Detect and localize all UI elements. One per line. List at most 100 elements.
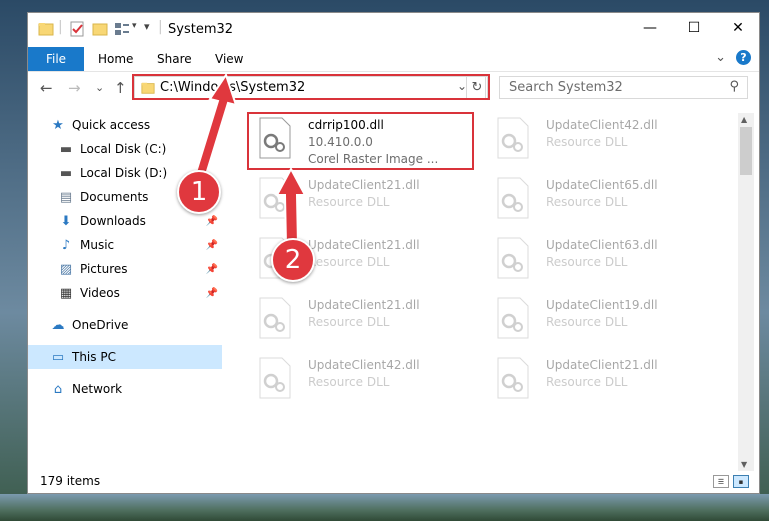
status-bar: 179 items ☰ ▪ bbox=[28, 471, 759, 493]
navigation-bar: ← → ⌄ ↑ C:\Windows\System32 ⌄ ↻ Search S… bbox=[28, 73, 759, 103]
pin-icon[interactable]: 📌 bbox=[206, 264, 218, 275]
search-icon[interactable]: ⚲ bbox=[729, 79, 739, 94]
file-type: Resource DLL bbox=[308, 375, 390, 389]
forward-button[interactable]: → bbox=[68, 79, 81, 97]
pin-icon[interactable]: 📌 bbox=[206, 216, 218, 227]
sidebar-item-local-disk-c[interactable]: ▬ Local Disk (C:) bbox=[28, 137, 222, 161]
this-pc-icon: ▭ bbox=[51, 349, 65, 365]
tab-home[interactable]: Home bbox=[98, 52, 133, 66]
dll-file-icon bbox=[497, 357, 529, 399]
window-title: System32 bbox=[168, 22, 234, 37]
file-type: Resource DLL bbox=[546, 255, 628, 269]
toolbar-divider: | bbox=[58, 19, 63, 35]
file-item[interactable]: UpdateClient42.dll Resource DLL bbox=[252, 353, 472, 407]
sidebar-item-label: Network bbox=[72, 382, 123, 396]
sidebar-item-label: Local Disk (C:) bbox=[80, 142, 167, 156]
sidebar-item-label: Documents bbox=[80, 190, 149, 204]
dll-file-icon bbox=[497, 177, 529, 219]
sidebar-item-label: Quick access bbox=[72, 118, 151, 132]
back-button[interactable]: ← bbox=[40, 79, 53, 97]
tab-file[interactable]: File bbox=[28, 47, 84, 71]
tiles-view-icon[interactable]: ▪ bbox=[733, 475, 749, 488]
sidebar-item-pictures[interactable]: ▨ Pictures 📌 bbox=[28, 257, 222, 281]
file-type: Resource DLL bbox=[546, 315, 628, 329]
customize-toolbar-icon[interactable] bbox=[114, 21, 130, 37]
navigation-pane: ★ Quick access ▬ Local Disk (C:) ▬ Local… bbox=[28, 109, 222, 463]
sidebar-item-quick-access[interactable]: ★ Quick access bbox=[28, 113, 222, 137]
sidebar-item-this-pc[interactable]: ▭ This PC bbox=[28, 345, 222, 369]
expand-ribbon-icon[interactable]: ⌄ bbox=[715, 50, 726, 65]
search-box[interactable]: Search System32 ⚲ bbox=[499, 76, 748, 99]
folder-icon[interactable] bbox=[38, 21, 54, 37]
sidebar-item-label: Downloads bbox=[80, 214, 146, 228]
file-type: Resource DLL bbox=[546, 375, 628, 389]
chevron-down-icon[interactable]: ▾ bbox=[132, 21, 137, 31]
minimize-button[interactable]: — bbox=[628, 13, 672, 43]
dll-file-icon bbox=[497, 117, 529, 159]
drive-icon: ▬ bbox=[59, 141, 73, 157]
pin-icon[interactable]: 📌 bbox=[206, 288, 218, 299]
pin-icon[interactable]: 📌 bbox=[206, 240, 218, 251]
file-name: UpdateClient21.dll bbox=[308, 238, 420, 252]
file-name: UpdateClient65.dll bbox=[546, 178, 658, 192]
sidebar-item-music[interactable]: ♪ Music 📌 bbox=[28, 233, 222, 257]
title-bar: | ▾ ▾ | System32 — ☐ ✕ bbox=[28, 13, 759, 47]
documents-icon: ▤ bbox=[59, 189, 73, 205]
scroll-up-icon[interactable]: ▲ bbox=[741, 115, 747, 124]
file-name: UpdateClient42.dll bbox=[546, 118, 658, 132]
downloads-icon: ⬇ bbox=[60, 213, 72, 229]
sidebar-item-onedrive[interactable]: ☁ OneDrive bbox=[28, 313, 222, 337]
dll-file-icon bbox=[259, 297, 291, 339]
step-1-badge: 1 bbox=[177, 170, 221, 214]
recent-locations-button[interactable]: ⌄ bbox=[95, 81, 104, 94]
file-type: Resource DLL bbox=[546, 135, 628, 149]
desktop-background bbox=[0, 494, 769, 521]
sidebar-item-label: OneDrive bbox=[72, 318, 129, 332]
file-name: UpdateClient63.dll bbox=[546, 238, 658, 252]
file-type: Resource DLL bbox=[308, 195, 390, 209]
dll-file-icon bbox=[259, 177, 291, 219]
up-button[interactable]: ↑ bbox=[114, 79, 127, 97]
sidebar-item-label: This PC bbox=[72, 350, 116, 364]
file-type: Resource DLL bbox=[308, 255, 390, 269]
help-icon[interactable]: ? bbox=[736, 50, 751, 65]
vertical-scrollbar[interactable]: ▲ ▼ bbox=[738, 113, 754, 471]
item-count: 179 items bbox=[40, 474, 101, 488]
sidebar-item-label: Videos bbox=[80, 286, 120, 300]
file-item[interactable]: UpdateClient63.dll Resource DLL bbox=[490, 233, 710, 287]
dll-file-icon bbox=[497, 237, 529, 279]
new-folder-icon[interactable] bbox=[92, 21, 108, 37]
sidebar-item-network[interactable]: ⌂ Network bbox=[28, 377, 222, 401]
dll-file-icon bbox=[497, 297, 529, 339]
details-view-icon[interactable]: ☰ bbox=[713, 475, 729, 488]
quick-access-dropdown-icon[interactable]: ▾ bbox=[144, 20, 150, 33]
file-highlight-box bbox=[247, 112, 474, 170]
tab-share[interactable]: Share bbox=[157, 52, 192, 66]
file-item[interactable]: UpdateClient21.dll Resource DLL bbox=[490, 353, 710, 407]
ribbon: File Home Share View ⌄ ? bbox=[28, 47, 759, 72]
dll-file-icon bbox=[259, 357, 291, 399]
file-item[interactable]: UpdateClient42.dll Resource DLL bbox=[490, 113, 710, 167]
tab-view[interactable]: View bbox=[215, 52, 243, 66]
scroll-down-icon[interactable]: ▼ bbox=[741, 460, 747, 469]
file-name: UpdateClient19.dll bbox=[546, 298, 658, 312]
file-item[interactable]: UpdateClient21.dll Resource DLL bbox=[252, 173, 472, 227]
sidebar-item-label: Local Disk (D:) bbox=[80, 166, 168, 180]
pictures-icon: ▨ bbox=[59, 261, 73, 277]
scroll-thumb[interactable] bbox=[740, 127, 752, 175]
maximize-button[interactable]: ☐ bbox=[672, 13, 716, 43]
file-item[interactable]: UpdateClient65.dll Resource DLL bbox=[490, 173, 710, 227]
address-highlight-box bbox=[132, 74, 490, 100]
close-button[interactable]: ✕ bbox=[716, 13, 760, 43]
file-type: Resource DLL bbox=[546, 195, 628, 209]
sidebar-item-videos[interactable]: ▦ Videos 📌 bbox=[28, 281, 222, 305]
file-name: UpdateClient21.dll bbox=[546, 358, 658, 372]
file-type: Resource DLL bbox=[308, 315, 390, 329]
file-item[interactable]: UpdateClient21.dll Resource DLL bbox=[252, 293, 472, 347]
search-input[interactable]: Search System32 bbox=[509, 80, 623, 95]
properties-icon[interactable] bbox=[69, 21, 85, 37]
sidebar-item-label: Pictures bbox=[80, 262, 128, 276]
step-2-badge: 2 bbox=[271, 238, 315, 282]
file-item[interactable]: UpdateClient19.dll Resource DLL bbox=[490, 293, 710, 347]
videos-icon: ▦ bbox=[59, 285, 73, 301]
